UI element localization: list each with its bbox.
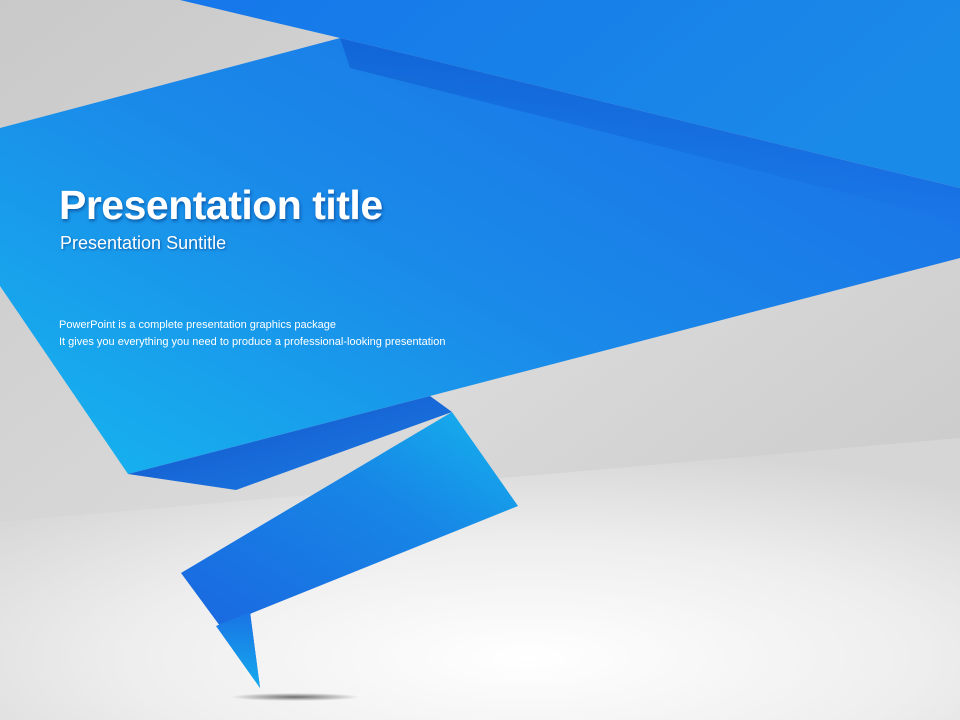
slide: Presentation title Presentation Suntitle… xyxy=(0,0,960,720)
slide-title[interactable]: Presentation title xyxy=(59,180,383,230)
slide-subtitle[interactable]: Presentation Suntitle xyxy=(60,232,226,254)
slide-text-layer: Presentation title Presentation Suntitle… xyxy=(0,0,960,720)
slide-body-line[interactable]: It gives you everything you need to prod… xyxy=(59,335,445,349)
slide-body-line[interactable]: PowerPoint is a complete presentation gr… xyxy=(59,318,336,332)
